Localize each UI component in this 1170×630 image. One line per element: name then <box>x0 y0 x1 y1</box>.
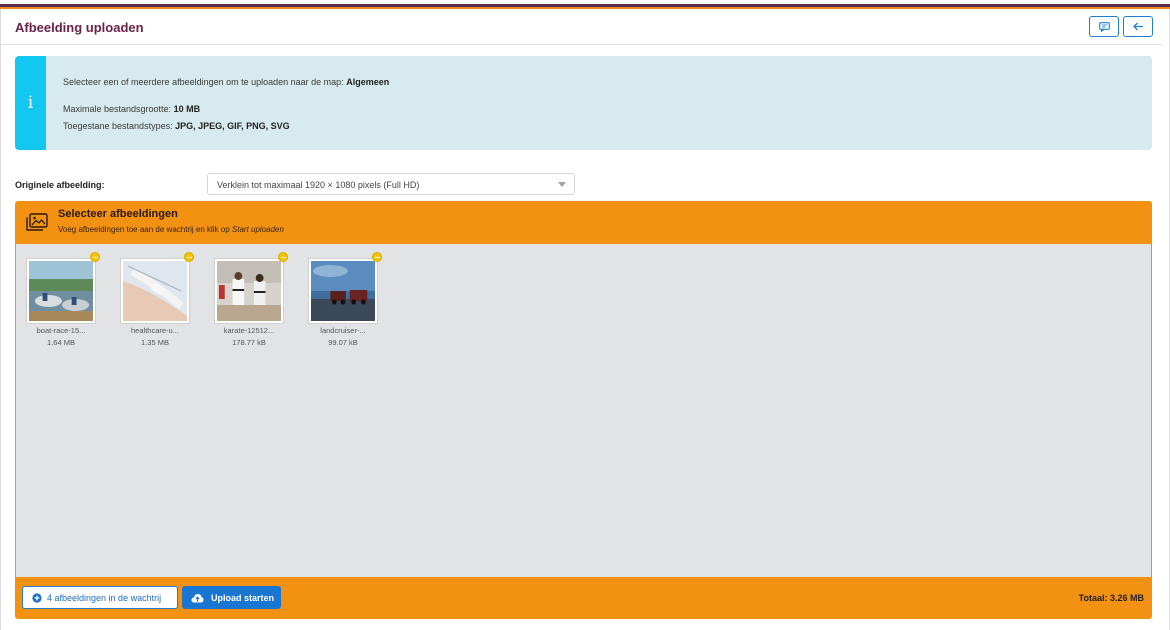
uploader-subtitle: Voeg afbeeldingen toe aan de wachtrij en… <box>58 225 284 234</box>
file-size: 99.07 kB <box>328 338 358 347</box>
comment-icon <box>1098 21 1110 32</box>
info-panel: i Selecteer een of meerdere afbeeldingen… <box>15 56 1152 150</box>
upload-start-label: Upload starten <box>211 592 275 603</box>
folder-name: Algemeen <box>346 77 390 87</box>
plus-circle-icon <box>32 592 42 603</box>
file-size: 1.35 MB <box>141 338 169 347</box>
page-header: Afbeelding uploaden <box>0 9 1162 45</box>
file-name: boat-race-15... <box>36 326 86 335</box>
comment-button[interactable] <box>1089 16 1119 37</box>
chevron-down-icon <box>558 182 566 187</box>
queue-count-label: 4 afbeeldingen in de wachtrij <box>47 592 162 603</box>
arrow-left-icon <box>1132 22 1143 31</box>
thumbnail-image <box>214 258 284 324</box>
uploader-title: Selecteer afbeeldingen <box>58 208 178 220</box>
thumbnail-image <box>308 258 378 324</box>
remove-icon[interactable] <box>184 252 194 262</box>
image-gallery-icon <box>26 213 48 236</box>
file-name: healthcare-u... <box>131 326 179 335</box>
queue-item[interactable]: boat-race-15... 1.64 MB <box>26 252 100 353</box>
remove-icon[interactable] <box>372 252 382 262</box>
info-file-types: Toegestane bestandstypes: JPG, JPEG, GIF… <box>63 121 290 131</box>
thumbnail-image <box>26 258 96 324</box>
remove-icon[interactable] <box>90 252 100 262</box>
remove-icon[interactable] <box>278 252 288 262</box>
cloud-upload-icon <box>191 593 204 602</box>
file-size: 1.64 MB <box>47 338 75 347</box>
page-title: Afbeelding uploaden <box>15 20 144 35</box>
info-max-size: Maximale bestandsgrootte: 10 MB <box>63 104 201 114</box>
top-accent-bar <box>0 0 1170 9</box>
info-folder-text: Selecteer een of meerdere afbeeldingen o… <box>63 77 390 87</box>
thumbnail-image <box>120 258 190 324</box>
queue-item[interactable]: landcruiser-... 99.07 kB <box>308 252 382 353</box>
file-name: landcruiser-... <box>320 326 366 335</box>
queue-item[interactable]: healthcare-u... 1.35 MB <box>120 252 194 353</box>
upload-start-button[interactable]: Upload starten <box>182 586 281 609</box>
queue-item[interactable]: karate-12512... 178.77 kB <box>214 252 288 353</box>
upload-queue: boat-race-15... 1.64 MB healthcare-u... … <box>16 244 1151 577</box>
back-button[interactable] <box>1123 16 1153 37</box>
original-image-select[interactable]: Verklein tot maximaal 1920 × 1080 pixels… <box>207 173 575 195</box>
original-image-label: Originele afbeelding: <box>15 180 105 190</box>
image-uploader: Selecteer afbeeldingen Voeg afbeeldingen… <box>15 201 1152 619</box>
original-image-select-value: Verklein tot maximaal 1920 × 1080 pixels… <box>217 180 420 190</box>
file-name: karate-12512... <box>223 326 275 335</box>
queue-count-button[interactable]: 4 afbeeldingen in de wachtrij <box>22 586 178 609</box>
info-icon: i <box>15 56 46 150</box>
total-size: Totaal: 3.26 MB <box>1078 593 1144 603</box>
file-size: 178.77 kB <box>232 338 266 347</box>
